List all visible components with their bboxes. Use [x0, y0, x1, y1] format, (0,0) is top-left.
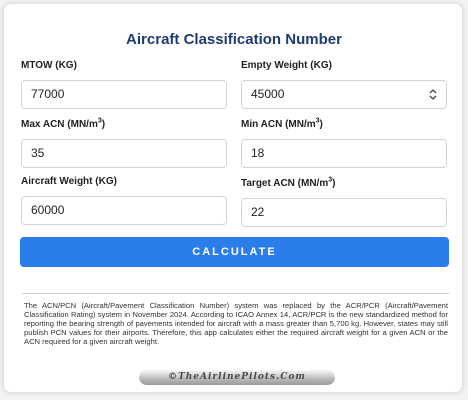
min-acn-label: Min ACN (MN/m3): [241, 117, 323, 130]
empty-weight-field-group: Empty Weight (KG) 45000: [241, 59, 447, 109]
max-acn-label: Max ACN (MN/m3): [21, 117, 106, 130]
mtow-input[interactable]: 77000: [21, 80, 227, 109]
divider: [22, 293, 449, 294]
info-text: The ACN/PCN (Aircraft/Pavement Classific…: [24, 301, 448, 346]
max-acn-input[interactable]: 35: [21, 139, 227, 168]
calculate-button[interactable]: CALCULATE: [20, 237, 449, 267]
aircraft-weight-input[interactable]: 60000: [21, 196, 227, 225]
target-acn-input[interactable]: 22: [241, 198, 447, 227]
min-acn-field-group: Min ACN (MN/m3) 18: [241, 118, 447, 168]
empty-weight-label: Empty Weight (KG): [241, 60, 332, 71]
updown-arrows-icon: [429, 89, 437, 100]
calculator-card: Aircraft Classification Number MTOW (KG)…: [3, 3, 463, 393]
watermark-logo: ©TheAirlinePilots.Com: [139, 370, 335, 385]
page-title: Aircraft Classification Number: [126, 31, 342, 48]
mtow-field-group: MTOW (KG) 77000: [21, 59, 227, 109]
target-acn-field-group: Target ACN (MN/m3) 22: [241, 177, 447, 227]
mtow-label: MTOW (KG): [21, 60, 77, 71]
aircraft-weight-label: Aircraft Weight (KG): [21, 176, 117, 187]
max-acn-field-group: Max ACN (MN/m3) 35: [21, 118, 227, 168]
empty-weight-select[interactable]: 45000: [241, 80, 447, 109]
min-acn-input[interactable]: 18: [241, 139, 447, 168]
target-acn-label: Target ACN (MN/m3): [241, 176, 336, 189]
aircraft-weight-field-group: Aircraft Weight (KG) 60000: [21, 175, 227, 225]
empty-weight-value: 45000: [251, 87, 285, 101]
